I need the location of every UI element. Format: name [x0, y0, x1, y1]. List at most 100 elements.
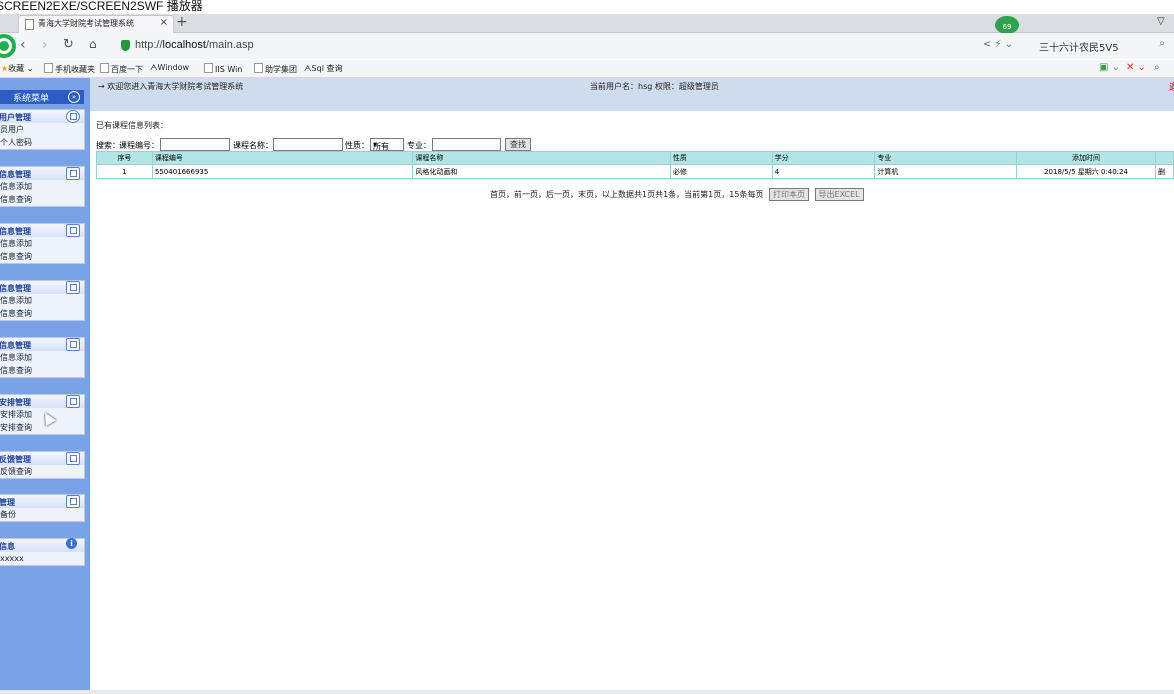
avatar[interactable]: 69 — [995, 16, 1019, 34]
pagination: 首页，前一页，后一页，末页，以上数据共1页共1条，当前第1页，15条每页 打印本… — [490, 188, 864, 201]
bookmark-favorites[interactable]: ★收藏 ⌄ — [1, 63, 33, 74]
bookmark-iis[interactable]: IIS Win — [204, 63, 242, 74]
sidebar-header: 系统菜单 » — [0, 90, 84, 104]
bookmark-zhuxue[interactable]: 助学集团 — [254, 63, 297, 75]
search-icon[interactable]: ⌕ — [1159, 38, 1165, 49]
group-header[interactable]: 信息管理 — [0, 224, 84, 237]
bookmark-sql[interactable]: ᗅSql 查询 — [304, 63, 342, 74]
table-header-row: 序号 课程编号 课程名称 性质 学分 专业 添加时间 — [96, 151, 1174, 165]
search-button[interactable]: 查找 — [505, 138, 531, 151]
forward-icon[interactable]: › — [42, 37, 48, 53]
col-header: 课程名称 — [412, 151, 671, 165]
top-banner: → 欢迎您进入青海大学财院考试管理系统 当前用户名：hsg 权限：超级管理员 退 — [90, 78, 1174, 111]
tab-close-icon[interactable]: × — [160, 17, 168, 28]
sidebar-item: xxxxx — [0, 554, 24, 563]
extension-icon[interactable]: ▣ ⌄ — [1099, 62, 1120, 73]
share-icon[interactable]: < — [983, 39, 991, 50]
col-header — [1154, 151, 1174, 165]
sidebar-group-manage: 管理 备份 — [0, 494, 85, 522]
edit-icon — [66, 452, 80, 465]
page-title: 已有课程信息列表： — [96, 121, 168, 130]
collapse-icon[interactable]: » — [68, 91, 80, 103]
chevron-down-icon[interactable]: ⌄ — [1005, 39, 1013, 50]
menu-icon[interactable]: ▽ — [1157, 16, 1165, 27]
sidebar-item[interactable]: 信息查询 — [0, 193, 84, 206]
address-actions: < ⚡ ⌄ — [983, 39, 1013, 50]
edit-icon — [66, 395, 80, 408]
sidebar-group-feedback: 反馈管理 反馈查询 — [0, 451, 85, 479]
edit-icon — [66, 224, 80, 237]
search-input[interactable]: 三十六计农民5V5 ⌕ — [1035, 37, 1171, 54]
export-excel-button[interactable]: 导出EXCEL — [814, 188, 864, 201]
logout-link[interactable]: 退 — [1169, 80, 1174, 93]
browser-tab[interactable]: 青海大学财院考试管理系统 × — [18, 15, 174, 33]
page-icon — [100, 63, 109, 73]
cell-type: 必修 — [669, 164, 773, 179]
course-code-input[interactable] — [160, 138, 230, 151]
sidebar-group-user: 用户管理 员用户 个人密码 — [0, 109, 85, 150]
sidebar-item[interactable]: 个人密码 — [0, 136, 84, 149]
cell-index: 1 — [96, 164, 153, 179]
reload-icon[interactable]: ↻ — [63, 37, 74, 52]
page-icon — [204, 63, 213, 73]
link-icon: ᗅ — [304, 64, 312, 73]
group-header[interactable]: 信息管理 — [0, 167, 84, 180]
sidebar-title: 系统菜单 — [13, 94, 50, 104]
sidebar-item[interactable]: 信息添加 — [0, 180, 84, 193]
sidebar: 系统菜单 » 用户管理 员用户 个人密码 信息管理 信息添加 信息查询 信息管理… — [0, 78, 90, 694]
group-header[interactable]: 信息 i — [0, 538, 84, 552]
group-header[interactable]: 安排管理 — [0, 395, 84, 408]
new-tab-button[interactable]: + — [176, 14, 188, 30]
sidebar-group-info-4: 信息管理 信息添加 信息查询 — [0, 337, 85, 378]
url-field[interactable]: http://localhost/main.asp — [135, 39, 254, 51]
group-header[interactable]: 反馈管理 — [0, 452, 84, 465]
window-title: SCREEN2EXE/SCREEN2SWF 播放器 — [0, 0, 203, 13]
sidebar-item[interactable]: 信息添加 — [0, 294, 84, 307]
cell-course-name: 风格化动画和 — [412, 164, 671, 179]
tab-title: 青海大学财院考试管理系统 — [38, 19, 134, 28]
edit-icon — [66, 281, 80, 294]
sidebar-item[interactable]: 信息查询 — [0, 307, 84, 320]
group-header[interactable]: 信息管理 — [0, 338, 84, 351]
major-input[interactable] — [432, 138, 501, 151]
cell-credit: 4 — [771, 164, 876, 179]
pagination-text[interactable]: 首页，前一页，后一页，末页，以上数据共1页共1条，当前第1页，15条每页 — [490, 190, 763, 199]
sidebar-group-about: 信息 i xxxxx — [0, 538, 85, 566]
browser-logo-icon — [0, 34, 16, 58]
col-header: 专业 — [874, 151, 1018, 165]
course-code-label: 课程编号： — [119, 141, 159, 150]
group-header[interactable]: 用户管理 — [0, 110, 84, 123]
group-header[interactable]: 管理 — [0, 495, 84, 508]
bookmark-mobile[interactable]: 手机收藏夹 — [44, 63, 95, 75]
sidebar-item[interactable]: 安排查询 — [0, 421, 84, 434]
close-x-icon[interactable]: ✕ ⌄ — [1126, 62, 1146, 73]
delete-link[interactable]: 删 — [1154, 164, 1174, 179]
bookmark-baidu[interactable]: 百度一下 — [100, 63, 143, 75]
back-icon[interactable]: ‹ — [20, 37, 26, 53]
main-content: → 欢迎您进入青海大学财院考试管理系统 当前用户名：hsg 权限：超级管理员 退… — [90, 78, 1174, 694]
print-button[interactable]: 打印本页 — [769, 188, 809, 201]
browser-tabbar: 青海大学财院考试管理系统 × + 69 ▽ — [0, 14, 1174, 34]
sidebar-item[interactable]: 信息添加 — [0, 351, 84, 364]
link-icon: ᗅ — [150, 63, 158, 72]
course-name-input[interactable] — [273, 138, 343, 151]
info-icon: i — [66, 538, 77, 549]
search-label: 搜索： — [96, 141, 120, 150]
page-icon — [254, 63, 263, 73]
sidebar-item[interactable]: 信息查询 — [0, 250, 84, 263]
sidebar-item[interactable]: 备份 — [0, 508, 84, 521]
course-table: 序号 课程编号 课程名称 性质 学分 专业 添加时间 1 55040166693… — [96, 151, 1174, 179]
cell-added-time: 2018/5/5 星期六 0:40:24 — [1016, 164, 1156, 179]
sidebar-item[interactable]: 信息添加 — [0, 237, 84, 250]
sidebar-item[interactable]: 员用户 — [0, 123, 84, 136]
cell-course-code: 550401666935 — [151, 164, 414, 179]
type-select[interactable]: 所有 ▾ — [370, 138, 404, 151]
bolt-icon[interactable]: ⚡ — [995, 39, 1002, 50]
home-icon[interactable]: ⌂ — [89, 37, 97, 51]
sidebar-item[interactable]: 信息查询 — [0, 364, 84, 377]
bookmark-window[interactable]: ᗅWindow — [150, 63, 189, 73]
sidebar-item[interactable]: 反馈查询 — [0, 465, 84, 478]
group-header[interactable]: 信息管理 — [0, 281, 84, 294]
edit-icon — [66, 338, 80, 351]
search-icon[interactable]: ⌕ — [1154, 62, 1160, 73]
